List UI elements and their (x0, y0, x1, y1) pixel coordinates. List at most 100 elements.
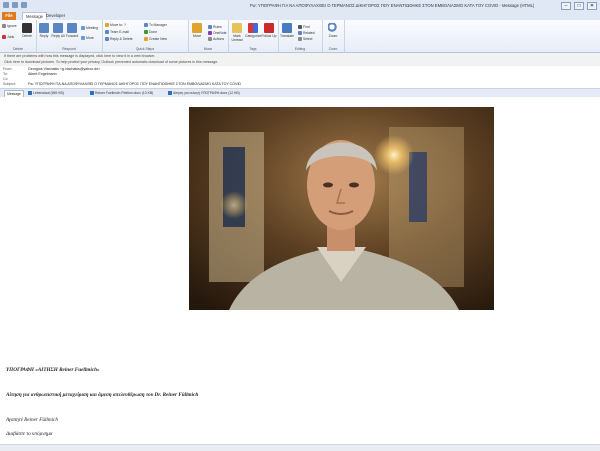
ribbon-group-tags: Mark Unread Categorize Follow Up Tags (228, 20, 279, 52)
attachment-item[interactable]: Reiner Fuellmich Petition.docx (13 KB) (90, 90, 153, 96)
tab-message[interactable]: Message (22, 12, 47, 20)
body-line: ΥΠΟΓΡΑΦΗ «ΑΙΤΗΣΗ Reiner Fuellmich» (6, 367, 100, 373)
lightning-icon (144, 37, 148, 42)
reply-all-icon (53, 23, 63, 33)
ribbon-tabs: File Message Developer (0, 12, 600, 20)
meeting-icon (81, 26, 85, 31)
redo-icon[interactable] (21, 2, 27, 8)
ignore-icon (2, 24, 6, 29)
more-button[interactable]: More (81, 36, 94, 41)
attachment-item[interactable]: Lebenslauf (559 KB) (28, 90, 64, 96)
delete-button[interactable]: Delete (19, 23, 35, 38)
document-icon (168, 91, 172, 96)
minimize-button[interactable]: – (561, 2, 571, 10)
ribbon-group-quick-steps: Move to: ? Team E-mail Reply & Delete To… (102, 20, 189, 52)
select-icon (298, 37, 302, 42)
attachment-item[interactable]: Αίτηση για εκλογή ΥΠΟΓΡΑΦΗ.docx (12 KB) (168, 90, 240, 96)
envelope-icon (232, 23, 242, 33)
rules-icon (208, 25, 212, 30)
subject-value: Fw: ΥΠΟΓΡΑΦΗ ΓΙΑ ΝΑ ΑΠΟΦΥΛΑΧΘΕΙ Ο ΓΕΡΜΑΝ… (28, 82, 242, 86)
quickstep-team-email[interactable]: Team E-mail (105, 30, 129, 35)
ribbon-group-editing: Translate Find Related Select Editing (278, 20, 323, 52)
to-value[interactable]: Albert Engelmann (28, 72, 57, 76)
ribbon-group-label: Delete (13, 47, 23, 51)
info-line-pictures[interactable]: Click here to download pictures. To help… (4, 60, 218, 64)
rules-button[interactable]: Rules (208, 25, 222, 30)
checkmark-icon (144, 30, 148, 35)
zoom-button[interactable]: Zoom (325, 23, 341, 38)
select-button[interactable]: Select (298, 37, 312, 42)
actions-icon (208, 37, 212, 42)
ignore-button[interactable]: Ignore (2, 24, 17, 29)
categorize-icon (248, 23, 258, 33)
from-label: From: (3, 67, 13, 71)
junk-icon (2, 35, 6, 40)
reply-delete-icon (105, 37, 109, 42)
ribbon-group-label: Editing (294, 47, 306, 51)
quickstep-to-manager[interactable]: To Manager (144, 23, 167, 28)
ribbon-group-label: Tags (249, 47, 257, 51)
portrait-image (189, 107, 494, 310)
onenote-button[interactable]: OneNote (208, 31, 227, 36)
save-icon[interactable] (3, 2, 9, 8)
magnifier-icon (328, 23, 338, 33)
ribbon-group-zoom: Zoom Zoom (322, 20, 345, 52)
to-manager-icon (144, 23, 148, 28)
tab-developer[interactable]: Developer (46, 13, 65, 18)
close-button[interactable]: ✕ (587, 2, 597, 10)
related-icon (298, 31, 302, 36)
move-button[interactable]: Move (189, 23, 205, 38)
ribbon: Ignore Junk Delete Delete Reply Reply Al… (0, 20, 600, 53)
more-icon (81, 36, 85, 41)
find-button[interactable]: Find (298, 25, 310, 30)
folder-icon (105, 23, 109, 28)
translate-button[interactable]: Translate (279, 23, 295, 38)
meeting-button[interactable]: Meeting (81, 26, 98, 31)
team-email-icon (105, 30, 109, 35)
follow-up-button[interactable]: Follow Up (261, 23, 277, 38)
forward-icon (67, 23, 77, 33)
document-icon (90, 91, 94, 96)
quickstep-done[interactable]: Done (144, 30, 157, 35)
info-bar: If there are problems with how this mess… (0, 53, 600, 67)
actions-button[interactable]: Actions (208, 37, 224, 42)
body-line: Αίτηση για ανθρωπιστική μεταχείριση και … (6, 392, 199, 398)
ribbon-group-respond: Reply Reply All Forward Meeting More Res… (36, 20, 103, 52)
junk-button[interactable]: Junk (2, 35, 14, 40)
quick-access-toolbar (3, 2, 27, 8)
undo-icon[interactable] (12, 2, 18, 8)
ribbon-group-label: Move (203, 47, 213, 51)
body-line: Διαβάστε το υπόμνημα (6, 431, 53, 437)
from-value[interactable]: Georgios Vlachakis <g.vlachakis@yahoo.de… (28, 67, 100, 71)
cc-label: Cc: (3, 77, 9, 81)
translate-icon (282, 23, 292, 33)
portrait-photo (189, 107, 494, 310)
move-icon (192, 23, 202, 33)
quickstep-reply-delete[interactable]: Reply & Delete (105, 37, 133, 42)
ribbon-group-label: Zoom (328, 47, 338, 51)
reply-icon (39, 23, 49, 33)
message-body: ΥΠΟΓΡΑΦΗ «ΑΙΤΗΣΗ Reiner Fuellmich» Αίτησ… (0, 97, 600, 445)
message-header: From: Georgios Vlachakis <g.vlachakis@ya… (0, 66, 600, 88)
binoculars-icon (298, 25, 302, 30)
related-button[interactable]: Related (298, 31, 315, 36)
categorize-button[interactable]: Categorize (245, 23, 261, 38)
forward-button[interactable]: Forward (64, 23, 80, 38)
tab-file[interactable]: File (2, 12, 16, 20)
ribbon-group-delete: Ignore Junk Delete Delete (0, 20, 37, 52)
delete-icon (22, 23, 32, 33)
onenote-icon (208, 31, 212, 36)
body-line: Αγαπητέ Reiner Füllmich (6, 417, 58, 423)
ribbon-group-move: Move Rules OneNote Actions Move (188, 20, 229, 52)
flag-icon (264, 23, 274, 33)
ribbon-group-label: Quick Steps (135, 47, 155, 51)
info-line-browser[interactable]: If there are problems with how this mess… (4, 54, 155, 58)
quickstep-create-new[interactable]: Create New (144, 37, 167, 42)
window-controls: – □ ✕ (561, 2, 597, 10)
maximize-button[interactable]: □ (574, 2, 584, 10)
mark-unread-button[interactable]: Mark Unread (229, 23, 245, 42)
to-label: To: (3, 72, 8, 76)
subject-label: Subject: (3, 82, 16, 86)
document-icon (28, 91, 32, 96)
quickstep-move-to[interactable]: Move to: ? (105, 23, 126, 28)
